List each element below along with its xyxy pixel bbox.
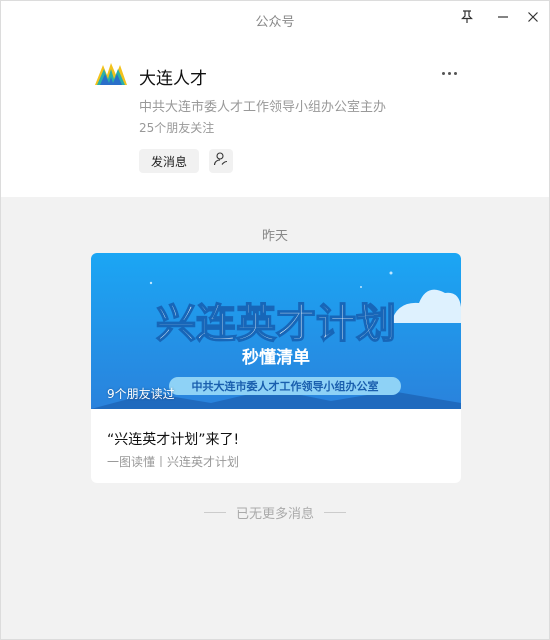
send-message-button[interactable]: 发消息 [139,149,199,173]
account-description: 中共大连市委人才工作领导小组办公室主办 [139,100,387,115]
cover-subtitle: 秒懂清单 [242,347,310,368]
divider-right [324,512,346,513]
article-title[interactable]: “兴连英才计划”来了! [107,429,239,449]
profile-button[interactable] [209,149,233,173]
cover-org: 中共大连市委人才工作领导小组办公室 [192,379,379,393]
article-subtitle: 一图读懂丨兴连英才计划 [107,455,240,469]
more-options-icon[interactable] [437,61,461,85]
divider-left [203,512,226,513]
official-account-window: 公众号 大连人才 中共大连市委人才工作领导小组办公室主办 25个朋友关注 发消息 [0,0,550,640]
article-card[interactable]: 兴连英才计划 秒懂清单 中共大连市委人才工作领导小组办公室 9个朋友读过 “兴连… [91,253,461,483]
date-separator: 昨天 [261,229,288,244]
pin-icon[interactable] [453,5,481,29]
friends-following: 25个朋友关注 [139,121,215,135]
no-more-messages: 已无更多消息 [1,503,549,522]
account-header: 大连人才 中共大连市委人才工作领导小组办公室主办 25个朋友关注 发消息 [1,37,549,197]
account-logo [93,59,129,87]
profile-icon [213,151,229,171]
minimize-icon[interactable] [489,5,517,29]
end-note-text: 已无更多消息 [235,507,314,522]
account-name: 大连人才 [139,69,207,89]
message-feed: 昨天 兴连英才计划 秒懂清单 中共大连市委人才工作领导小组办公室 9个朋友读过 … [1,197,549,639]
close-icon[interactable] [519,5,547,29]
title-bar: 公众号 [1,1,549,37]
cover-title: 兴连英才计划 [156,301,396,347]
friends-read-badge: 9个朋友读过 [107,387,175,401]
